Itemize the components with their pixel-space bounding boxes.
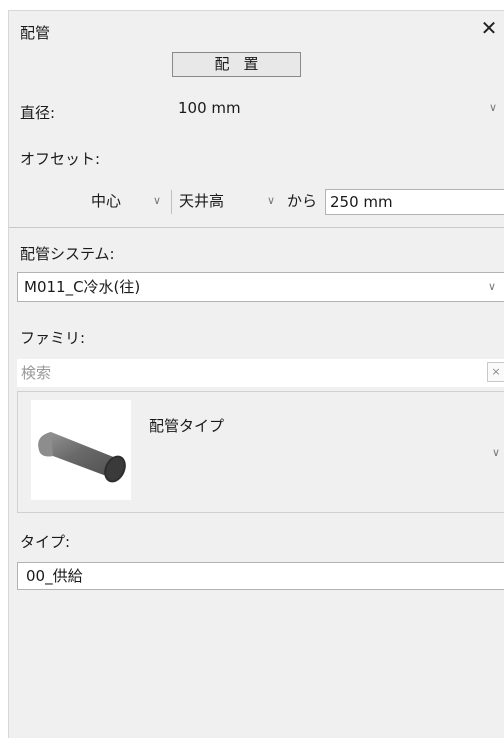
offset-row: 中心 ∨ 天井高 ∨ から 250 mm <box>79 187 504 217</box>
type-field[interactable]: 00_供給 <box>17 562 504 590</box>
diameter-value: 100 mm <box>178 99 241 117</box>
offset-label: オフセット: <box>20 150 101 168</box>
offset-from-label: から <box>287 192 318 210</box>
offset-reference-dropdown[interactable]: 中心 ∨ <box>79 187 171 217</box>
family-item-name: 配管タイプ <box>149 417 225 435</box>
place-button[interactable]: 配置 <box>172 52 301 77</box>
divider <box>171 190 172 214</box>
system-label: 配管システム: <box>20 245 115 263</box>
system-dropdown[interactable]: M011_C冷水(往) ∨ <box>17 272 504 302</box>
chevron-down-icon: ∨ <box>491 446 500 459</box>
offset-level-dropdown[interactable]: 天井高 ∨ <box>173 187 285 217</box>
chevron-down-icon: ∨ <box>488 101 497 114</box>
pipe-placement-panel: 配管 ✕ 配置 直径: 100 mm ∨ オフセット: 中心 ∨ 天井高 ∨ か… <box>8 10 504 738</box>
panel-title: 配管 <box>20 24 51 42</box>
offset-level-value: 天井高 <box>179 192 225 210</box>
chevron-down-icon: ∨ <box>266 194 275 207</box>
system-value: M011_C冷水(往) <box>24 278 141 296</box>
family-label: ファミリ: <box>20 329 86 347</box>
close-icon[interactable]: ✕ <box>478 17 500 39</box>
offset-reference-value: 中心 <box>91 192 122 210</box>
diameter-label: 直径: <box>20 104 56 122</box>
clear-search-icon[interactable]: × <box>487 362 504 382</box>
family-search-input[interactable]: 検索 × <box>17 359 504 387</box>
diameter-dropdown[interactable]: 100 mm ∨ <box>172 95 504 123</box>
family-type-selector[interactable]: 配管タイプ ∨ <box>17 391 504 513</box>
chevron-down-icon: ∨ <box>152 194 161 207</box>
offset-value-input[interactable]: 250 mm <box>325 189 504 215</box>
section-divider <box>9 227 504 228</box>
pipe-cylinder-icon <box>31 400 131 500</box>
type-label: タイプ: <box>20 533 71 551</box>
chevron-down-icon: ∨ <box>487 280 496 293</box>
search-placeholder: 検索 <box>21 364 52 382</box>
